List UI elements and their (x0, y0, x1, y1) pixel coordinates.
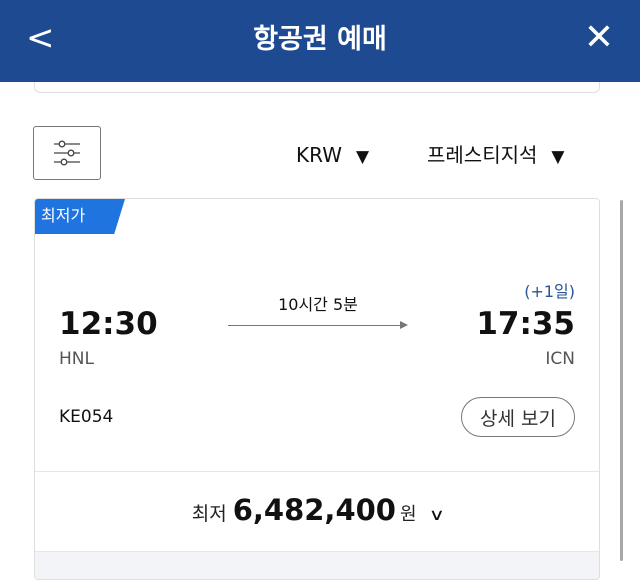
badge-label: 최저가 (41, 206, 86, 225)
cabin-class-value: 프레스티지석 (427, 143, 538, 167)
app-header: < 항공권 예매 ✕ (0, 0, 640, 82)
card-footer-strip (35, 551, 599, 579)
price-label: 최저 (191, 503, 227, 525)
scrollbar[interactable] (620, 200, 623, 561)
arrival-airport: ICN (545, 349, 575, 369)
currency-value: KRW (296, 143, 342, 167)
cabin-class-select[interactable]: 프레스티지석 ▼ (427, 142, 564, 170)
view-details-button[interactable]: 상세 보기 (461, 397, 575, 437)
price-amount: 6,482,400 (232, 493, 396, 527)
previous-card-edge (34, 82, 600, 93)
card-divider (35, 471, 599, 472)
route-arrow-line (228, 325, 404, 326)
flight-number: KE054 (59, 407, 114, 427)
filter-button[interactable] (33, 126, 101, 180)
dropdown-caret-icon: ▼ (355, 147, 370, 167)
departure-airport: HNL (59, 349, 94, 369)
price-summary[interactable]: 최저 6,482,400 원 ∨ (35, 493, 599, 527)
route-arrow-icon (400, 321, 408, 329)
page-title: 항공권 예매 (253, 24, 387, 55)
expand-chevron-icon[interactable]: ∨ (428, 505, 444, 524)
arrival-time: 17:35 (476, 306, 575, 342)
price-unit: 원 (399, 504, 417, 525)
sliders-icon (54, 140, 80, 166)
dropdown-caret-icon: ▼ (551, 147, 565, 167)
currency-select[interactable]: KRW ▼ (296, 142, 369, 170)
close-icon[interactable]: ✕ (584, 18, 614, 58)
arrival-day-offset: (+1일) (524, 282, 575, 301)
flight-duration: 10시간 5분 (278, 295, 358, 314)
lowest-price-badge: 최저가 (35, 199, 125, 234)
departure-time: 12:30 (59, 306, 158, 342)
flight-card[interactable]: 최저가 (+1일) 12:30 10시간 5분 17:35 HNL ICN KE… (34, 198, 600, 580)
